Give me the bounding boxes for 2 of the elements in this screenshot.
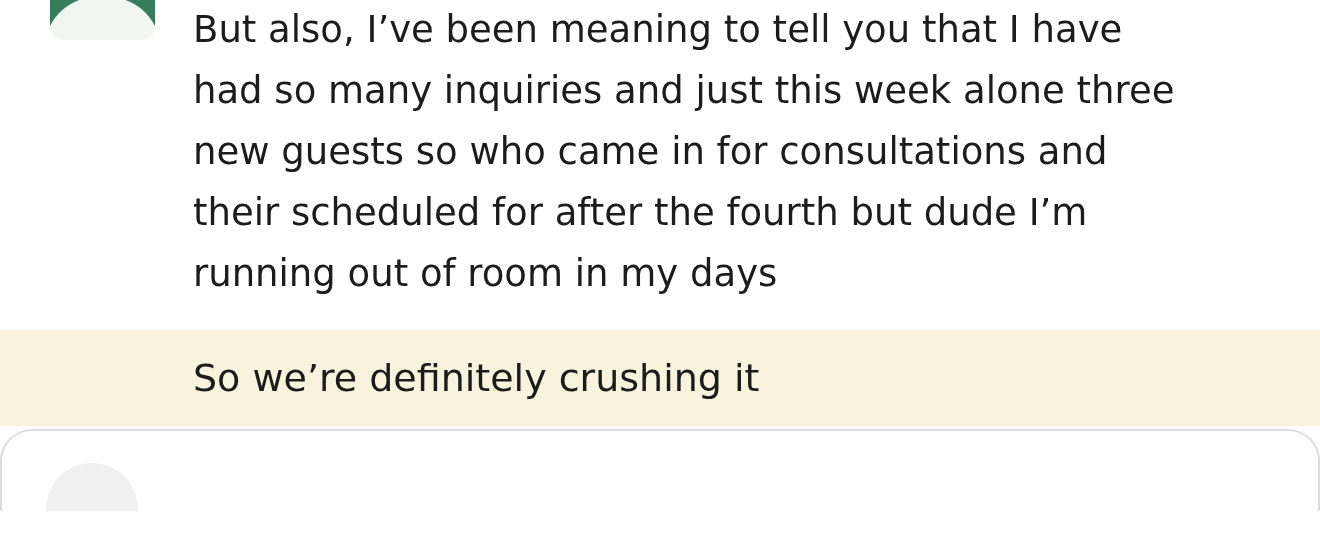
message-text: So we’re definitely crushing it (193, 354, 761, 402)
message-text: But also, I’ve been meaning to tell you that I have had so many inquiries and just this week alone three new guests so who came in for consultations and their scheduled for after the fourth but dude I’m running out of room in my days (193, 7, 1176, 297)
